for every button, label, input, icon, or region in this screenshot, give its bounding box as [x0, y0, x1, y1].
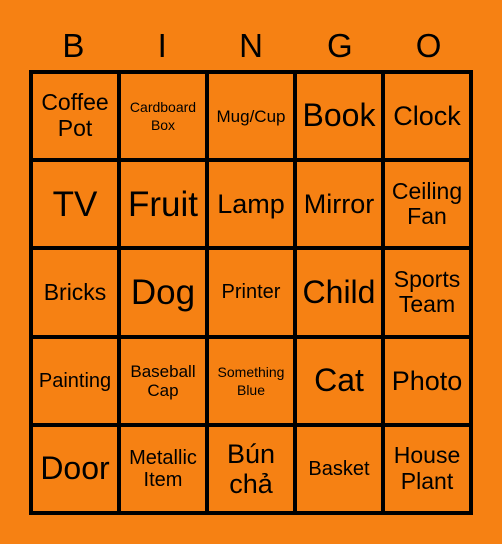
header-letter-b: B	[62, 27, 85, 64]
bingo-cell[interactable]: Photo	[383, 336, 471, 425]
bingo-cell[interactable]: Cardboard Box	[119, 72, 207, 161]
bingo-cell[interactable]: Dog	[119, 248, 207, 337]
bingo-cell[interactable]: Ceiling Fan	[383, 160, 471, 249]
bingo-cell[interactable]: Coffee Pot	[31, 72, 119, 161]
bingo-cell[interactable]: Mirror	[295, 160, 383, 249]
bingo-cell[interactable]: Bún chả	[207, 424, 295, 513]
bingo-cell[interactable]: Lamp	[207, 160, 295, 249]
bingo-cell[interactable]: Bricks	[31, 248, 119, 337]
bingo-cell[interactable]: Book	[295, 72, 383, 161]
header-letter-i: I	[157, 27, 167, 64]
bingo-cell[interactable]: TV	[31, 160, 119, 249]
header-letter-g: G	[326, 27, 353, 64]
bingo-cell[interactable]: Fruit	[119, 160, 207, 249]
bingo-cell[interactable]: Door	[31, 424, 119, 513]
bingo-cell[interactable]: Baseball Cap	[119, 336, 207, 425]
header-letter-o: O	[415, 27, 442, 64]
bingo-cell[interactable]: Something Blue	[207, 336, 295, 425]
bingo-cell[interactable]: Cat	[295, 336, 383, 425]
bingo-header: B I N G O	[29, 26, 473, 66]
bingo-cell[interactable]: Basket	[295, 424, 383, 513]
bingo-cell[interactable]: Painting	[31, 336, 119, 425]
bingo-cell[interactable]: Sports Team	[383, 248, 471, 337]
bingo-cell[interactable]: House Plant	[383, 424, 471, 513]
bingo-grid: Coffee Pot Cardboard Box Mug/Cup Book Cl…	[29, 70, 473, 515]
bingo-cell[interactable]: Printer	[207, 248, 295, 337]
bingo-cell[interactable]: Metallic Item	[119, 424, 207, 513]
bingo-cell[interactable]: Clock	[383, 72, 471, 161]
bingo-cell[interactable]: Child	[295, 248, 383, 337]
header-letter-n: N	[239, 27, 263, 64]
bingo-cell[interactable]: Mug/Cup	[207, 72, 295, 161]
